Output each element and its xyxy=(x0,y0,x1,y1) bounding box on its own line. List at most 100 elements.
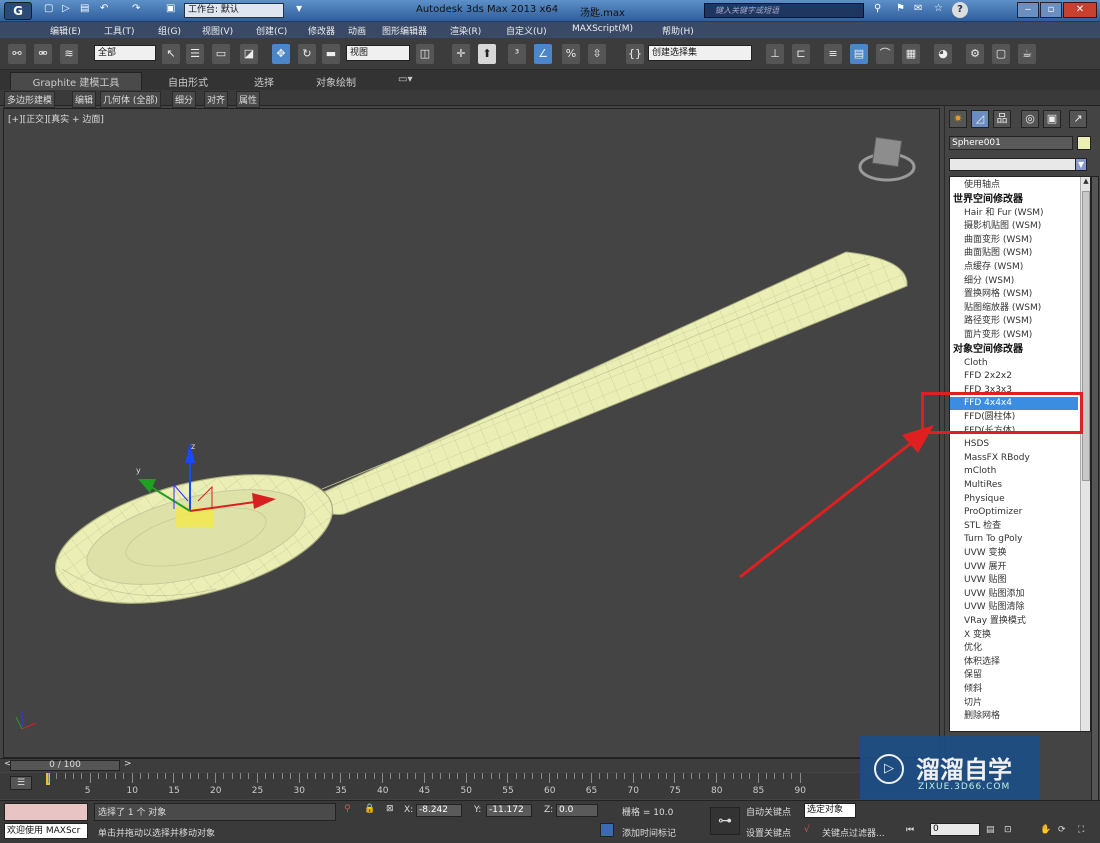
render-setup-icon[interactable]: ⚙ xyxy=(966,44,984,64)
binoculars-icon[interactable]: ⚲ xyxy=(874,3,881,14)
modifier-list-item[interactable]: 体积选择 xyxy=(964,656,1000,669)
edit-named-selection-icon[interactable]: {} xyxy=(626,44,644,64)
render-teapot-icon[interactable]: ☕ xyxy=(1018,44,1036,64)
absolute-mode-icon[interactable]: ⊠ xyxy=(386,804,394,814)
modifier-list-item[interactable]: 贴图缩放器 (WSM) xyxy=(964,302,1041,315)
modifier-list-item[interactable]: Turn To gPoly xyxy=(964,533,1022,546)
pan-view-icon[interactable]: ✋ xyxy=(1040,825,1051,835)
manipulate-icon[interactable]: ✛ xyxy=(452,44,470,64)
graphite-toggle-icon[interactable]: ▤ xyxy=(850,44,868,64)
modifier-list-item[interactable]: UVW 贴图添加 xyxy=(964,588,1025,601)
named-selection-set-dropdown[interactable]: 创建选择集 xyxy=(648,45,752,61)
lock-icon[interactable]: 🔒 xyxy=(364,804,375,814)
time-slider[interactable]: < > xyxy=(0,758,945,772)
next-frame-icon[interactable]: > xyxy=(124,759,132,769)
reference-coordinate-dropdown[interactable]: 视图 xyxy=(346,45,410,61)
spoon-mesh[interactable] xyxy=(43,251,908,628)
scroll-thumb[interactable] xyxy=(1082,191,1090,481)
y-coordinate-field[interactable]: -11.172 xyxy=(486,804,532,817)
z-coordinate-field[interactable]: 0.0 xyxy=(556,804,598,817)
menu-group[interactable]: 组(G) xyxy=(158,24,181,37)
viewcube-icon[interactable] xyxy=(858,136,916,182)
open-file-icon[interactable]: ▷ xyxy=(62,3,70,14)
set-key-button[interactable]: 设置关键点 xyxy=(746,826,791,839)
panel-scrollbar[interactable] xyxy=(1091,176,1099,816)
align-icon[interactable]: ⊏ xyxy=(792,44,810,64)
menu-modifiers[interactable]: 修改器 xyxy=(308,24,335,37)
display-panel-icon[interactable]: ▣ xyxy=(1043,110,1061,128)
undo-icon[interactable]: ↶ xyxy=(100,3,108,14)
isolate-icon[interactable]: ⚲ xyxy=(344,804,351,814)
modifier-list-scrollbar[interactable]: ▲ xyxy=(1080,177,1090,731)
schematic-view-icon[interactable]: ▦ xyxy=(902,44,920,64)
angle-snap-icon[interactable]: ∠ xyxy=(534,44,552,64)
modifier-list-item[interactable]: 摄影机贴图 (WSM) xyxy=(964,220,1041,233)
subscription-icon[interactable]: ⚑ xyxy=(896,3,905,14)
modifier-list-item[interactable]: 使用轴点 xyxy=(964,179,1000,192)
menu-animation[interactable]: 动画 xyxy=(348,24,366,37)
window-crossing-icon[interactable]: ◪ xyxy=(240,44,258,64)
menu-edit[interactable]: 编辑(E) xyxy=(50,24,81,37)
hierarchy-panel-icon[interactable]: 品 xyxy=(993,110,1011,128)
select-rotate-icon[interactable]: ↻ xyxy=(298,44,316,64)
workspace-dropdown[interactable]: 工作台: 默认 xyxy=(184,3,284,18)
close-button[interactable]: ✕ xyxy=(1063,2,1097,18)
modify-panel-icon[interactable]: ◿ xyxy=(971,110,989,128)
modifier-list-dropdown[interactable] xyxy=(949,158,1087,171)
tab-selection[interactable]: 选择 xyxy=(254,74,274,89)
menu-rendering[interactable]: 渲染(R) xyxy=(450,24,481,37)
create-panel-icon[interactable]: ✷ xyxy=(949,110,967,128)
auto-key-button[interactable]: 自动关键点 xyxy=(746,805,791,818)
edit-tab[interactable]: 编辑 xyxy=(72,91,97,108)
project-icon[interactable]: ▣ xyxy=(166,3,175,14)
utilities-panel-icon[interactable]: ↗ xyxy=(1069,110,1087,128)
rendered-frame-icon[interactable]: ▢ xyxy=(992,44,1010,64)
track-bar[interactable]: ☰ 5 10 15 20 25 30 35 40 45 50 55 60 65 70 75 80 85 90 xyxy=(0,773,945,799)
favorites-star-icon[interactable]: ☆ xyxy=(934,3,943,14)
modifier-list-popup[interactable]: 使用轴点 世界空间修改器 Hair 和 Fur (WSM) 摄影机贴图 (WSM) 曲面… xyxy=(949,176,1091,732)
add-time-tag[interactable]: 添加时间标记 xyxy=(622,826,676,839)
modifier-list-item[interactable]: VRay 置换模式 xyxy=(964,615,1026,628)
x-coordinate-field[interactable]: -8.242 xyxy=(416,804,462,817)
modifier-list-item[interactable]: FFD 2x2x2 xyxy=(964,370,1012,383)
tab-graphite-modeling[interactable]: Graphite 建模工具 xyxy=(10,72,142,91)
search-input[interactable]: 键入关键字或短语 xyxy=(704,3,864,18)
menu-maxscript[interactable]: MAXScript(M) xyxy=(572,24,633,34)
time-config-icon[interactable]: ▤ xyxy=(986,825,995,835)
selection-filter-dropdown[interactable]: 全部 xyxy=(94,45,156,61)
menu-tools[interactable]: 工具(T) xyxy=(104,24,135,37)
maximize-viewport-icon[interactable]: ⛶ xyxy=(1078,825,1084,835)
link-icon[interactable]: ⚯ xyxy=(8,44,26,64)
modifier-list-item[interactable]: 曲面贴图 (WSM) xyxy=(964,247,1032,260)
modifier-list-item[interactable]: X 变换 xyxy=(964,629,991,642)
workspace-dropdown-arrow-icon[interactable]: ▼ xyxy=(296,4,302,13)
modifier-list-item[interactable]: 删除网格 xyxy=(964,710,1000,723)
add-time-tag-icon[interactable] xyxy=(600,823,614,837)
modifier-list-item[interactable]: Physique xyxy=(964,493,1005,506)
maxscript-welcome[interactable]: 欢迎使用 MAXScr xyxy=(4,823,88,839)
maxscript-mini-listener[interactable] xyxy=(4,803,88,821)
dropdown-arrow-icon[interactable]: ▼ xyxy=(1075,158,1087,171)
align-tab[interactable]: 对齐 xyxy=(204,91,229,108)
object-color-swatch[interactable] xyxy=(1077,136,1091,150)
modifier-list-item[interactable]: 倾斜 xyxy=(964,683,982,696)
unlink-icon[interactable]: ⚮ xyxy=(34,44,52,64)
properties-tab[interactable]: 属性 xyxy=(236,91,261,108)
subdivision-tab[interactable]: 细分 xyxy=(172,91,197,108)
redo-icon[interactable]: ↷ xyxy=(132,3,140,14)
motion-panel-icon[interactable]: ◎ xyxy=(1021,110,1039,128)
pivot-center-icon[interactable]: ◫ xyxy=(416,44,434,64)
poly-modeling-tab[interactable]: 多边形建模 xyxy=(4,91,56,108)
current-frame-field[interactable]: 0 xyxy=(930,823,980,836)
layer-manager-icon[interactable]: ≡ xyxy=(824,44,842,64)
tab-freeform[interactable]: 自由形式 xyxy=(168,74,208,89)
tab-object-paint[interactable]: 对象绘制 xyxy=(316,74,356,89)
material-editor-icon[interactable]: ◕ xyxy=(934,44,952,64)
maximize-button[interactable]: ▫ xyxy=(1040,2,1062,18)
modifier-list-item[interactable]: Cloth xyxy=(964,357,988,370)
percent-snap-icon[interactable]: % xyxy=(562,44,580,64)
modifier-list-item[interactable]: MultiRes xyxy=(964,479,1002,492)
modifier-list-item[interactable]: UVW 变换 xyxy=(964,547,1007,560)
modifier-list-item[interactable]: STL 检查 xyxy=(964,520,1001,533)
select-move-icon[interactable]: ✥ xyxy=(272,44,290,64)
